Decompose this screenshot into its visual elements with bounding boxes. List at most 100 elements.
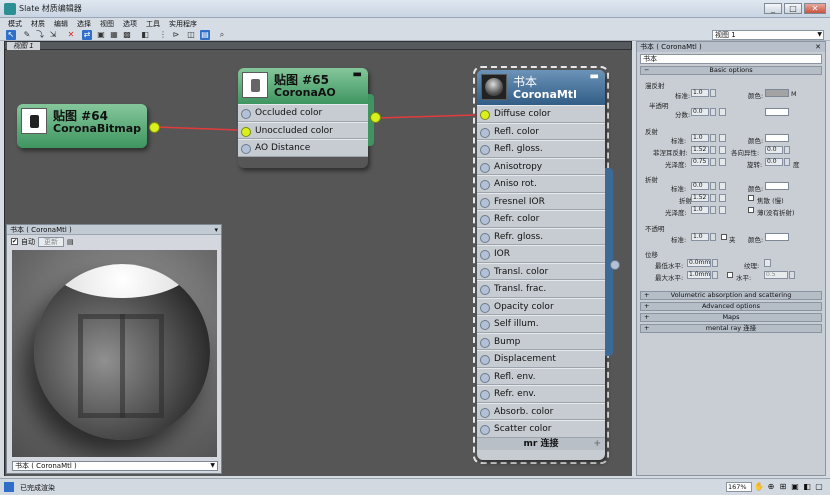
thin-checkbox[interactable] [748,207,754,213]
rollout-mental-ray[interactable]: + mental ray 连接 [640,324,822,333]
input-socket-icon[interactable] [241,126,251,137]
menu-edit[interactable]: 编辑 [54,19,68,29]
material-library-icon[interactable]: ⌕ [217,30,227,40]
preview-material-select[interactable]: 书本 ( CoronaMtl ) ▼ [12,461,218,471]
hide-slots-icon[interactable]: ▣ [96,30,106,40]
disp-max-spinner[interactable]: 1.0mm [687,271,711,279]
maximize-button[interactable]: □ [784,3,802,14]
material-preview-window[interactable]: 书本 ( CoronaMtl ) ▾ ✔ 自动 更新 ▤ 书本 ( Corona… [6,224,222,474]
menu-options[interactable]: 选项 [123,19,137,29]
mtl-slot[interactable]: Refr. env. [477,385,605,403]
node-corona-mtl[interactable]: 书本 CoronaMtl ▬ Diffuse color Refl. color R… [477,70,605,460]
fraction-map-button[interactable] [719,108,726,116]
water-level-spinner[interactable]: 0.5 [764,271,788,279]
node-corona-ao[interactable]: 贴图 #65 CoronaAO ▬ Occluded color Unocclu… [238,68,368,168]
refr-ior-map-button[interactable] [719,194,726,202]
background-icon[interactable]: ▩ [122,30,132,40]
zoom-level-field[interactable]: 167% [726,482,752,492]
mtl-slot[interactable]: Bump [477,332,605,350]
spinner-arrows-icon[interactable] [789,271,795,279]
rollout-basic-options[interactable]: − Basic options [640,66,822,75]
clip-checkbox[interactable] [721,234,727,240]
input-socket-icon[interactable] [480,302,490,313]
diffuse-map-button[interactable]: M [791,90,797,98]
caustics-checkbox[interactable] [748,195,754,201]
refl-level-map-button[interactable] [719,134,726,142]
close-button[interactable]: ✕ [804,3,826,14]
menu-select[interactable]: 选择 [77,19,91,29]
ao-slot[interactable]: Unoccluded color [238,121,368,139]
mtl-slot[interactable]: Diffuse color [477,105,605,123]
rollout-advanced[interactable]: + Advanced options [640,302,822,311]
mtl-output-socket[interactable] [610,260,620,270]
diffuse-level-spinner[interactable]: 1.0 [691,89,709,97]
mtl-slot[interactable]: Aniso rot. [477,175,605,193]
node-corona-bitmap[interactable]: 贴图 #64 CoronaBitmap [17,104,147,148]
spinner-arrows-icon[interactable] [712,271,718,279]
pan-hand-icon[interactable]: ✋ [754,482,764,492]
refl-gloss-map-button[interactable] [719,158,726,166]
ao-slot[interactable]: AO Distance [238,139,368,157]
put-to-scene-icon[interactable]: ⤵ [35,30,45,40]
tab-view-1[interactable]: 视图 1 [7,42,40,50]
bitmap-output-socket[interactable] [149,122,160,133]
input-socket-icon[interactable] [480,372,490,383]
input-socket-icon[interactable] [241,144,251,154]
input-socket-icon[interactable] [480,110,490,120]
input-socket-icon[interactable] [480,267,490,278]
mtl-slot[interactable]: Opacity color [477,297,605,315]
collapse-icon[interactable]: ▬ [353,69,362,80]
mtl-slot[interactable]: Refl. gloss. [477,140,605,158]
rotation-spinner[interactable]: 0.0 [765,158,783,166]
menu-tools[interactable]: 工具 [146,19,160,29]
translucency-color-swatch[interactable] [765,108,789,116]
pick-material-icon[interactable]: ✎ [22,30,32,40]
mtl-slot[interactable]: IOR [477,245,605,263]
zoom-icon[interactable]: ⊕ [766,482,776,492]
layout-icon[interactable]: ◧ [140,30,150,40]
fit-view-icon[interactable]: ▢ [814,482,824,492]
mtl-slot[interactable]: Refr. color [477,210,605,228]
mtl-slot[interactable]: Anisotropy [477,157,605,175]
rollout-volumetric[interactable]: + Volumetric absorption and scattering [640,291,822,300]
zoom-extents-icon[interactable]: ▣ [790,482,800,492]
disp-min-spinner[interactable]: 0.0mm [687,259,711,267]
layout-vertical-icon[interactable]: ⋮ [158,30,168,40]
input-socket-icon[interactable] [480,320,490,330]
update-button[interactable]: 更新 [38,236,64,247]
input-socket-icon[interactable] [480,127,490,138]
spinner-arrows-icon[interactable] [710,194,716,202]
spinner-arrows-icon[interactable] [710,89,716,97]
mr-connection-footer[interactable]: mr 连接 + [477,437,605,450]
refr-gloss-map-button[interactable] [719,206,726,214]
assign-material-icon[interactable]: ⇲ [48,30,58,40]
refl-color-swatch[interactable] [765,134,789,142]
mtl-slot[interactable]: Refl. env. [477,367,605,385]
show-map-icon[interactable]: ▦ [109,30,119,40]
input-socket-icon[interactable] [480,337,490,348]
input-socket-icon[interactable] [480,197,490,208]
refl-gloss-spinner[interactable]: 0.75 [691,158,709,166]
expand-icon[interactable]: + [593,438,601,450]
refr-color-swatch[interactable] [765,182,789,190]
disp-texture-map-button[interactable] [764,259,771,267]
menu-utilities[interactable]: 实用程序 [169,19,197,29]
input-socket-icon[interactable] [480,390,490,400]
menu-mode[interactable]: 模式 [8,19,22,29]
preview-options-icon[interactable]: ▤ [67,238,74,246]
spinner-arrows-icon[interactable] [710,146,716,154]
spinner-arrows-icon[interactable] [710,158,716,166]
mtl-slot[interactable]: Transl. color [477,262,605,280]
input-socket-icon[interactable] [480,425,490,435]
mtl-slot[interactable]: Self illum. [477,315,605,333]
fresnel-spinner[interactable]: 1.52 [691,146,709,154]
mtl-slot[interactable]: Refr. gloss. [477,227,605,245]
aniso-spinner[interactable]: 0.0 [765,146,783,154]
mtl-slot[interactable]: Refl. color [477,122,605,140]
input-socket-icon[interactable] [480,250,490,260]
spinner-arrows-icon[interactable] [710,182,716,190]
input-socket-icon[interactable] [480,162,490,173]
delete-icon[interactable]: ✕ [66,30,76,40]
rollout-maps[interactable]: + Maps [640,313,822,322]
zoom-region-icon[interactable]: ⊞ [778,482,788,492]
